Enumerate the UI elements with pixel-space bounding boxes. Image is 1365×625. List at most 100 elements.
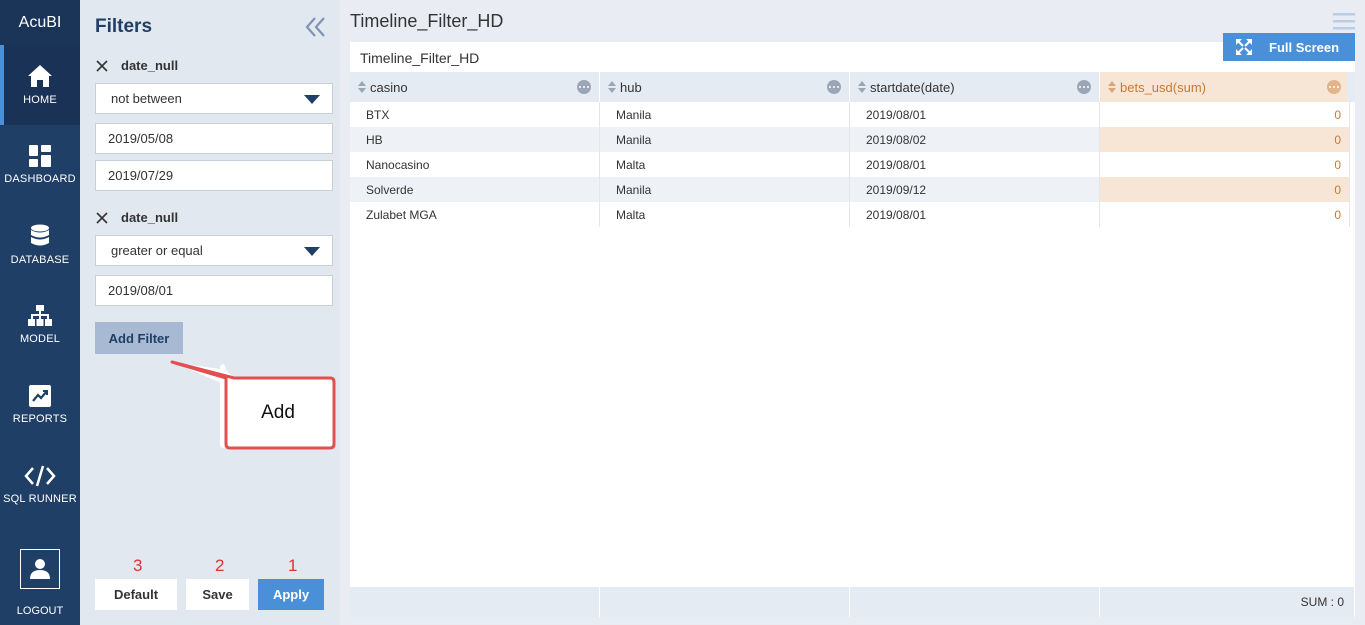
cell-casino: Nanocasino [350, 152, 600, 177]
cell-startdate: 2019/08/02 [850, 127, 1100, 152]
filter-2-field: date_null [121, 210, 179, 225]
cell-bets-usd: 0 [1100, 152, 1350, 177]
column-header-hub[interactable]: hub [600, 72, 850, 102]
cell-hub: Malta [600, 152, 850, 177]
nav-database[interactable]: DATABASE [0, 205, 80, 285]
filter-2-operator: greater or equal [111, 243, 203, 258]
default-button[interactable]: Default [95, 579, 177, 610]
column-label: casino [370, 79, 408, 95]
column-label: startdate(date) [870, 79, 955, 95]
menu-icon[interactable] [1333, 12, 1355, 32]
fullscreen-button[interactable]: Full Screen [1223, 33, 1355, 61]
cell-casino: Solverde [350, 177, 600, 202]
column-header-casino[interactable]: casino [350, 72, 600, 102]
cell-bets-usd: 0 [1100, 127, 1350, 152]
nav-model[interactable]: MODEL [0, 285, 80, 365]
step-number-save: 2 [215, 556, 225, 575]
filter-1-operator: not between [111, 91, 182, 106]
table-row[interactable]: BTX Manila 2019/08/01 0 [350, 102, 1350, 127]
cell-startdate: 2019/08/01 [850, 202, 1100, 227]
cell-hub: Manila [600, 127, 850, 152]
database-icon [31, 224, 49, 246]
nav-reports-label: REPORTS [12, 413, 68, 425]
cell-casino: Zulabet MGA [350, 202, 600, 227]
cell-startdate: 2019/09/12 [850, 177, 1100, 202]
table-body: BTX Manila 2019/08/01 0 HB Manila 2019/0… [350, 102, 1350, 227]
user-avatar[interactable] [20, 549, 60, 589]
cell-bets-usd: 0 [1100, 102, 1350, 127]
cell-casino: HB [350, 127, 600, 152]
table-header: casino hub startdate(date) bets_usd(sum) [350, 72, 1350, 102]
cell-bets-usd: 0 [1100, 177, 1350, 202]
collapse-panel-icon[interactable] [304, 16, 328, 38]
remove-filter-2-icon[interactable] [95, 211, 109, 225]
column-label: bets_usd(sum) [1120, 79, 1206, 95]
filter-2-value[interactable]: 2019/08/01 [95, 275, 333, 306]
table-row[interactable]: Zulabet MGA Malta 2019/08/01 0 [350, 202, 1350, 227]
cell-bets-usd: 0 [1100, 202, 1350, 227]
nav-reports[interactable]: REPORTS [0, 365, 80, 445]
filter-1-label: date_null [95, 58, 178, 73]
column-header-bets-usd[interactable]: bets_usd(sum) [1100, 72, 1350, 102]
add-filter-button[interactable]: Add Filter [95, 322, 183, 354]
filters-title: Filters [95, 16, 153, 37]
footer-cell [600, 587, 850, 617]
scrollbar[interactable] [1347, 72, 1355, 102]
column-menu-icon[interactable] [827, 80, 841, 94]
column-menu-icon[interactable] [1327, 80, 1341, 94]
cell-startdate: 2019/08/01 [850, 102, 1100, 127]
page-title: Timeline_Filter_HD [350, 11, 504, 31]
left-nav: AcuBI HOME DASHBOARD DATABASE MODEL REPO… [0, 0, 80, 625]
filter-2-operator-select[interactable]: greater or equal [95, 235, 333, 266]
report-card: Timeline_Filter_HD casino hub startdate(… [350, 42, 1355, 617]
fullscreen-label: Full Screen [1269, 39, 1340, 55]
chevron-down-icon [304, 95, 320, 104]
column-menu-icon[interactable] [1077, 80, 1091, 94]
nav-home[interactable]: HOME [0, 45, 80, 125]
callout-text: Add [261, 402, 295, 423]
table-row[interactable]: HB Manila 2019/08/02 0 [350, 127, 1350, 152]
column-label: hub [620, 79, 642, 95]
cell-casino: BTX [350, 102, 600, 127]
cell-hub: Manila [600, 177, 850, 202]
fullscreen-icon [1236, 39, 1252, 55]
column-menu-icon[interactable] [577, 80, 591, 94]
nav-dashboard[interactable]: DASHBOARD [0, 125, 80, 205]
sort-icon[interactable] [608, 81, 616, 93]
card-title: Timeline_Filter_HD [360, 50, 480, 66]
footer-cell [350, 587, 600, 617]
filter-1-value-from[interactable]: 2019/05/08 [95, 123, 333, 154]
chevron-down-icon [304, 247, 320, 256]
table-row[interactable]: Solverde Manila 2019/09/12 0 [350, 177, 1350, 202]
nav-home-label: HOME [23, 94, 57, 106]
sort-icon[interactable] [858, 81, 866, 93]
filters-panel: Filters date_null not between 2019/05/08… [80, 0, 340, 625]
footer-sum: SUM : 0 [1100, 587, 1355, 617]
table-row[interactable]: Nanocasino Malta 2019/08/01 0 [350, 152, 1350, 177]
code-icon [24, 465, 56, 487]
save-button[interactable]: Save [186, 579, 249, 610]
remove-filter-1-icon[interactable] [95, 59, 109, 73]
nav-database-label: DATABASE [10, 254, 70, 266]
home-icon [28, 65, 52, 87]
filter-1-value-to[interactable]: 2019/07/29 [95, 160, 333, 191]
apply-button[interactable]: Apply [258, 579, 324, 610]
user-icon [30, 559, 50, 579]
filter-1-field: date_null [121, 58, 179, 73]
model-icon [28, 305, 52, 326]
column-header-startdate[interactable]: startdate(date) [850, 72, 1100, 102]
dashboard-icon [29, 145, 51, 167]
filter-2-label: date_null [95, 210, 178, 225]
footer-cell [850, 587, 1100, 617]
app-logo: AcuBI [0, 0, 80, 45]
cell-hub: Malta [600, 202, 850, 227]
nav-dashboard-label: DASHBOARD [4, 173, 76, 185]
cell-startdate: 2019/08/01 [850, 152, 1100, 177]
filter-1-operator-select[interactable]: not between [95, 83, 333, 114]
reports-icon [29, 385, 51, 407]
sort-icon[interactable] [1108, 81, 1116, 93]
sort-icon[interactable] [358, 81, 366, 93]
logout-link[interactable]: LOGOUT [0, 605, 80, 617]
nav-model-label: MODEL [19, 333, 61, 345]
nav-sql-runner[interactable]: SQL RUNNER [0, 445, 80, 525]
